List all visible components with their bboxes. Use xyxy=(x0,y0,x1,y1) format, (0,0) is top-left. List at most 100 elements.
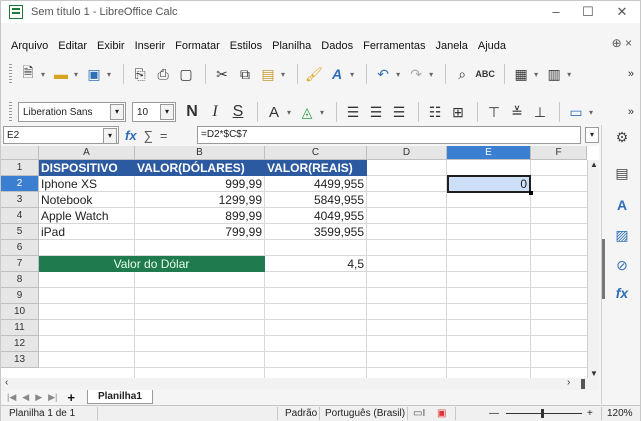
wrap-text-icon[interactable]: ☷ xyxy=(425,101,445,123)
export-pdf-icon[interactable]: ⎘ xyxy=(130,63,150,85)
menu-exibir[interactable]: Exibir xyxy=(97,40,125,52)
scroll-left-icon[interactable]: ‹ xyxy=(5,377,8,388)
document-modified-icon[interactable]: ▣ xyxy=(437,408,446,419)
gallery-icon[interactable]: ▨ xyxy=(612,225,632,245)
menu-ajuda[interactable]: Ajuda xyxy=(478,40,506,52)
column-header-c[interactable]: C xyxy=(265,146,367,160)
next-sheet-icon[interactable]: ▶ xyxy=(35,392,42,403)
spreadsheet-grid[interactable]: A B C D E F 1 2 3 4 5 6 7 8 9 10 11 12 1… xyxy=(1,146,599,378)
menu-inserir[interactable]: Inserir xyxy=(135,40,166,52)
navigator-icon[interactable]: ⊘ xyxy=(612,255,632,275)
sidebar-resize-handle[interactable] xyxy=(602,239,605,299)
cell-a2[interactable]: Iphone XS xyxy=(39,176,135,192)
align-left-icon[interactable]: ☰ xyxy=(343,101,363,123)
font-name-combobox[interactable]: Liberation Sans ▾ xyxy=(18,102,126,122)
vertical-scrollbar[interactable]: ▲ ▼ xyxy=(587,160,599,378)
name-box[interactable]: E2 ▾ xyxy=(3,126,119,144)
align-right-icon[interactable]: ☰ xyxy=(389,101,409,123)
align-top-icon[interactable]: ⊤ xyxy=(484,101,504,123)
cell-e2-selected[interactable]: 0 xyxy=(447,175,531,193)
clear-formatting-icon[interactable]: A xyxy=(327,63,347,85)
minimize-button[interactable]: – xyxy=(541,3,571,21)
open-dropdown-icon[interactable]: ▾ xyxy=(74,70,78,79)
more-options-icon[interactable]: » xyxy=(628,106,634,118)
row-header[interactable]: 7 xyxy=(1,256,39,272)
cell-a3[interactable]: Notebook xyxy=(39,192,135,208)
cell-c1[interactable]: VALOR(REAIS) xyxy=(265,160,367,176)
font-color-button[interactable]: A xyxy=(264,101,284,123)
print-icon[interactable]: ⎙ xyxy=(153,63,173,85)
menu-ferramentas[interactable]: Ferramentas xyxy=(363,40,425,52)
menu-formatar[interactable]: Formatar xyxy=(175,40,220,52)
chevron-down-icon[interactable]: ▾ xyxy=(110,104,124,120)
sum-icon[interactable]: ∑ xyxy=(144,128,153,143)
column-icon[interactable]: ▥ xyxy=(544,63,564,85)
spelling-icon[interactable]: ABC xyxy=(475,63,495,85)
print-preview-icon[interactable]: ▢ xyxy=(176,63,196,85)
column-header-e[interactable]: E xyxy=(447,146,531,160)
undo-dropdown-icon[interactable]: ▾ xyxy=(396,70,400,79)
row-dropdown-icon[interactable]: ▾ xyxy=(534,70,538,79)
currency-format-icon[interactable]: ▭ xyxy=(566,101,586,123)
row-header[interactable]: 11 xyxy=(1,320,39,336)
first-sheet-icon[interactable]: |◀ xyxy=(7,392,16,403)
zoom-slider-knob[interactable] xyxy=(541,409,544,418)
zoom-out-button[interactable]: — xyxy=(489,408,499,419)
bold-button[interactable]: N xyxy=(182,101,202,123)
cell-b3[interactable]: 1299,99 xyxy=(135,192,265,208)
row-header[interactable]: 3 xyxy=(1,192,39,208)
redo-dropdown-icon[interactable]: ▾ xyxy=(429,70,433,79)
row-header[interactable]: 6 xyxy=(1,240,39,256)
new-dropdown-icon[interactable]: ▾ xyxy=(41,70,45,79)
align-middle-icon[interactable]: ≚ xyxy=(507,101,527,123)
cell-c2[interactable]: 4499,955 xyxy=(265,176,367,192)
font-size-combobox[interactable]: 10 ▾ xyxy=(132,102,176,122)
scroll-down-icon[interactable]: ▼ xyxy=(590,369,598,378)
column-header-d[interactable]: D xyxy=(367,146,447,160)
paste-icon[interactable]: ▤ xyxy=(258,63,278,85)
function-wizard-icon[interactable]: fx xyxy=(125,128,137,143)
column-header-f[interactable]: F xyxy=(531,146,587,160)
sheet-tab-planilha1[interactable]: Planilha1 xyxy=(86,390,153,404)
formula-input[interactable]: =D2*$C$7 xyxy=(197,126,581,144)
row-header[interactable]: 2 xyxy=(1,176,39,192)
row-header[interactable]: 4 xyxy=(1,208,39,224)
chevron-down-icon[interactable]: ▾ xyxy=(160,104,174,120)
font-color-dropdown-icon[interactable]: ▾ xyxy=(287,108,291,117)
prev-sheet-icon[interactable]: ◀ xyxy=(22,392,29,403)
gear-icon[interactable]: ⚙ xyxy=(612,127,632,147)
find-replace-icon[interactable]: ⌕ xyxy=(452,63,472,85)
undo-icon[interactable]: ↶ xyxy=(373,63,393,85)
cell-b5[interactable]: 799,99 xyxy=(135,224,265,240)
row-header[interactable]: 10 xyxy=(1,304,39,320)
fill-handle[interactable] xyxy=(529,191,533,195)
close-button[interactable]: ✕ xyxy=(607,3,637,21)
horizontal-scrollbar[interactable]: ‹ › xyxy=(1,377,599,390)
styles-icon[interactable]: A xyxy=(612,195,632,215)
zoom-level[interactable]: 120% xyxy=(607,408,633,419)
highlight-color-icon[interactable]: ◬ xyxy=(297,101,317,123)
cell-c3[interactable]: 5849,955 xyxy=(265,192,367,208)
page-style[interactable]: Padrão xyxy=(285,408,317,419)
cell-b1[interactable]: VALOR(DÓLARES) xyxy=(135,160,265,176)
cut-icon[interactable]: ✂ xyxy=(212,63,232,85)
menu-estilos[interactable]: Estilos xyxy=(230,40,262,52)
merge-cells-icon[interactable]: ⊞ xyxy=(448,101,468,123)
align-bottom-icon[interactable]: ⊥ xyxy=(530,101,550,123)
properties-icon[interactable]: ▤ xyxy=(612,163,632,183)
align-center-icon[interactable]: ☰ xyxy=(366,101,386,123)
select-all-corner[interactable] xyxy=(1,146,39,160)
scroll-thumb[interactable] xyxy=(581,379,585,389)
row-header[interactable]: 12 xyxy=(1,336,39,352)
underline-button[interactable]: S xyxy=(228,101,248,123)
menu-editar[interactable]: Editar xyxy=(58,40,87,52)
row-header[interactable]: 13 xyxy=(1,352,39,368)
save-dropdown-icon[interactable]: ▾ xyxy=(107,70,111,79)
copy-icon[interactable]: ⧉ xyxy=(235,63,255,85)
zoom-slider[interactable] xyxy=(506,413,582,414)
toolbar-grip-icon[interactable] xyxy=(9,102,12,122)
zoom-in-button[interactable]: + xyxy=(587,408,593,419)
cell-c4[interactable]: 4049,955 xyxy=(265,208,367,224)
column-header-a[interactable]: A xyxy=(39,146,135,160)
row-header[interactable]: 9 xyxy=(1,288,39,304)
